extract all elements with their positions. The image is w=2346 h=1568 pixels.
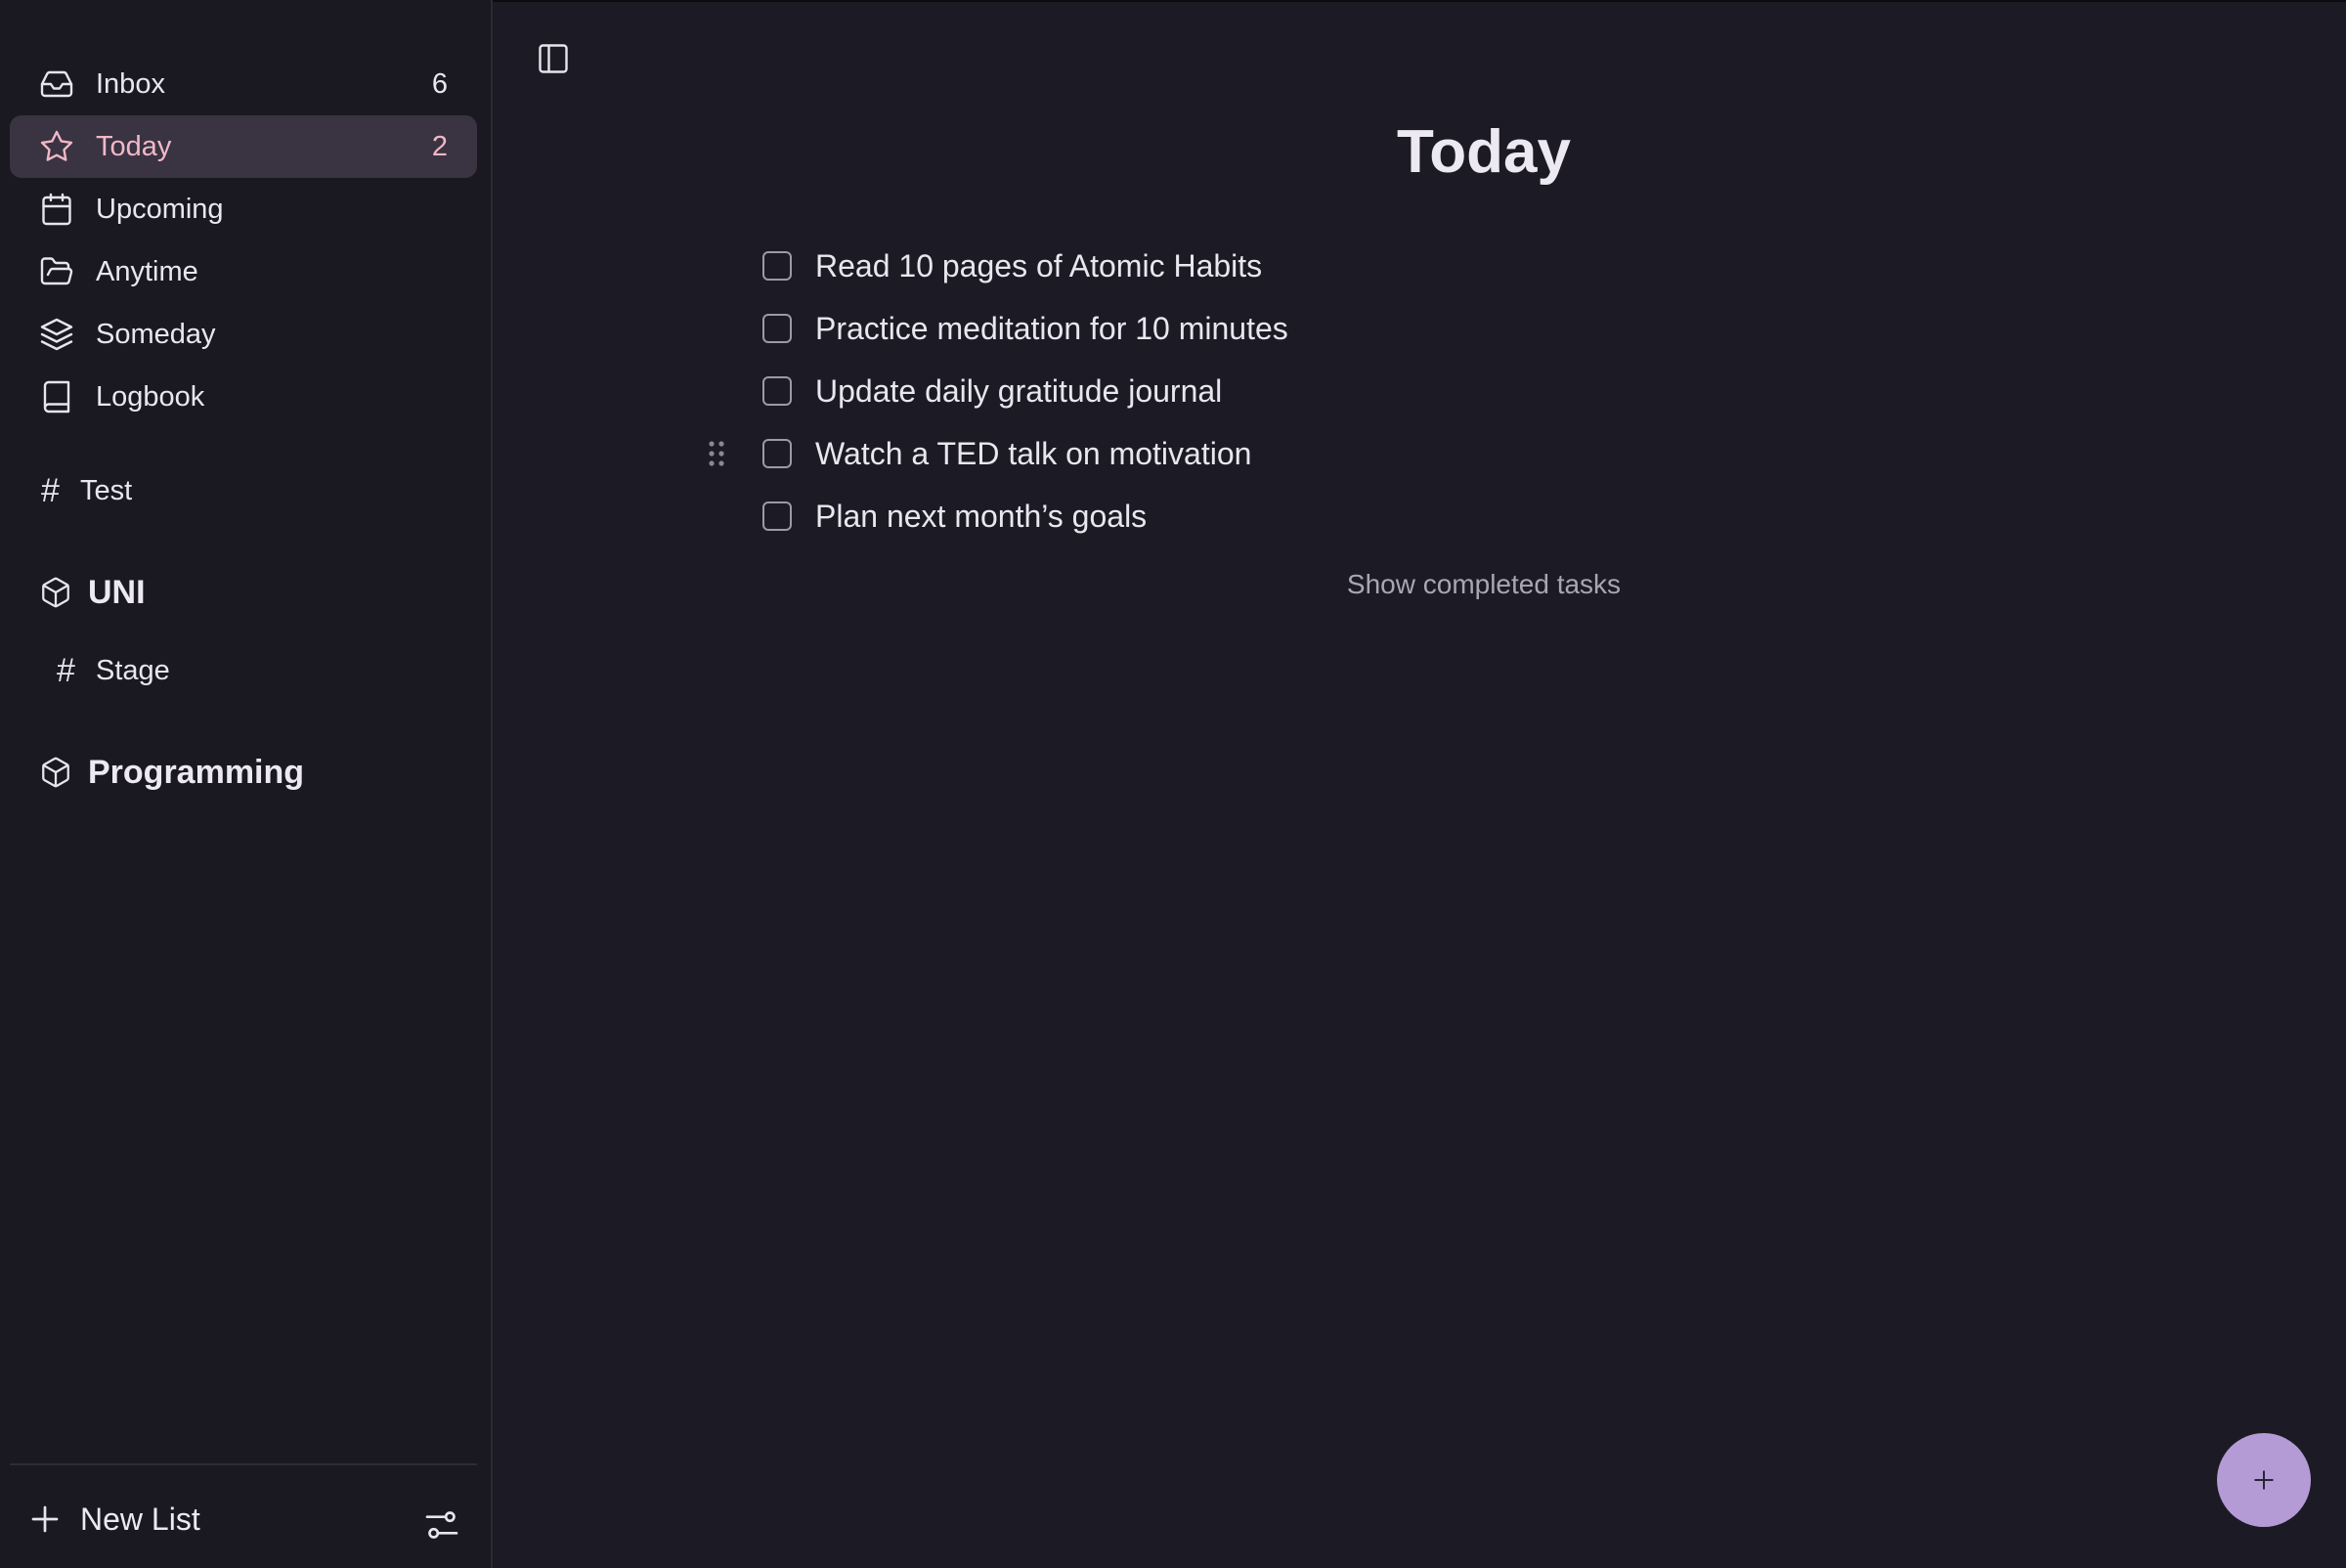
task-checkbox[interactable] <box>762 376 792 406</box>
page-title: Today <box>1397 118 1571 186</box>
settings-sliders-button[interactable] <box>422 1505 461 1545</box>
task-text[interactable]: Read 10 pages of Atomic Habits <box>815 248 1262 284</box>
plus-icon <box>31 1505 59 1533</box>
sidebar-item-inbox[interactable]: Inbox 6 <box>10 53 477 115</box>
sidebar-toggle-icon <box>539 44 568 73</box>
book-icon <box>39 379 74 414</box>
folder-open-icon <box>39 254 74 289</box>
inbox-count-badge: 6 <box>431 67 448 100</box>
sidebar-divider <box>10 1463 477 1465</box>
sidebar-item-label: Today <box>96 130 172 162</box>
sidebar-item-anytime[interactable]: Anytime <box>10 240 477 303</box>
task-text[interactable]: Update daily gratitude journal <box>815 373 1222 410</box>
add-task-fab[interactable] <box>2217 1433 2311 1527</box>
sidebar-list-stage[interactable]: # Stage <box>57 649 170 692</box>
sidebar-item-label: Someday <box>96 318 216 350</box>
app-window: Inbox 6 Today 2 Upcoming Anytime Someday… <box>0 0 2346 1568</box>
sidebar-item-label: Inbox <box>96 67 165 100</box>
sidebar-item-upcoming[interactable]: Upcoming <box>10 178 477 240</box>
sidebar-list-label: Test <box>80 474 133 506</box>
sidebar-item-someday[interactable]: Someday <box>10 303 477 366</box>
sidebar-area-programming[interactable]: Programming <box>39 751 304 794</box>
today-count-badge: 2 <box>431 130 448 162</box>
task-checkbox[interactable] <box>762 314 792 343</box>
drag-handle-icon[interactable] <box>704 437 729 470</box>
new-list-label: New List <box>80 1501 200 1537</box>
sidebar-item-label: Anytime <box>96 255 198 287</box>
sidebar-item-logbook[interactable]: Logbook <box>10 366 477 428</box>
sidebar-item-label: Logbook <box>96 380 205 413</box>
task-checkbox[interactable] <box>762 251 792 281</box>
task-checkbox[interactable] <box>762 439 792 468</box>
calendar-icon <box>39 192 74 227</box>
package-icon <box>42 577 69 608</box>
package-icon <box>42 757 69 788</box>
layers-icon <box>39 317 74 352</box>
star-icon <box>39 129 74 164</box>
sidebar: Inbox 6 Today 2 Upcoming Anytime Someday… <box>0 0 493 1568</box>
sliders-icon <box>425 1511 458 1539</box>
sidebar-area-uni[interactable]: UNI <box>39 571 146 614</box>
toggle-sidebar-button[interactable] <box>536 41 571 76</box>
sidebar-list-label: Stage <box>96 654 170 686</box>
task-text[interactable]: Plan next month’s goals <box>815 499 1147 535</box>
hash-icon: # <box>41 471 60 509</box>
area-label: UNI <box>88 573 146 611</box>
task-text[interactable]: Practice meditation for 10 minutes <box>815 311 1288 347</box>
show-completed-tasks-link[interactable]: Show completed tasks <box>1288 569 1679 600</box>
area-label: Programming <box>88 753 305 791</box>
sidebar-list-test[interactable]: # Test <box>41 469 132 512</box>
sidebar-item-label: Upcoming <box>96 193 224 225</box>
sidebar-item-today[interactable]: Today 2 <box>10 115 477 178</box>
task-text[interactable]: Watch a TED talk on motivation <box>815 436 1251 472</box>
plus-icon <box>2254 1470 2274 1490</box>
hash-icon: # <box>57 651 75 689</box>
inbox-icon <box>39 66 74 102</box>
task-checkbox[interactable] <box>762 501 792 531</box>
new-list-button[interactable]: New List <box>27 1494 200 1545</box>
